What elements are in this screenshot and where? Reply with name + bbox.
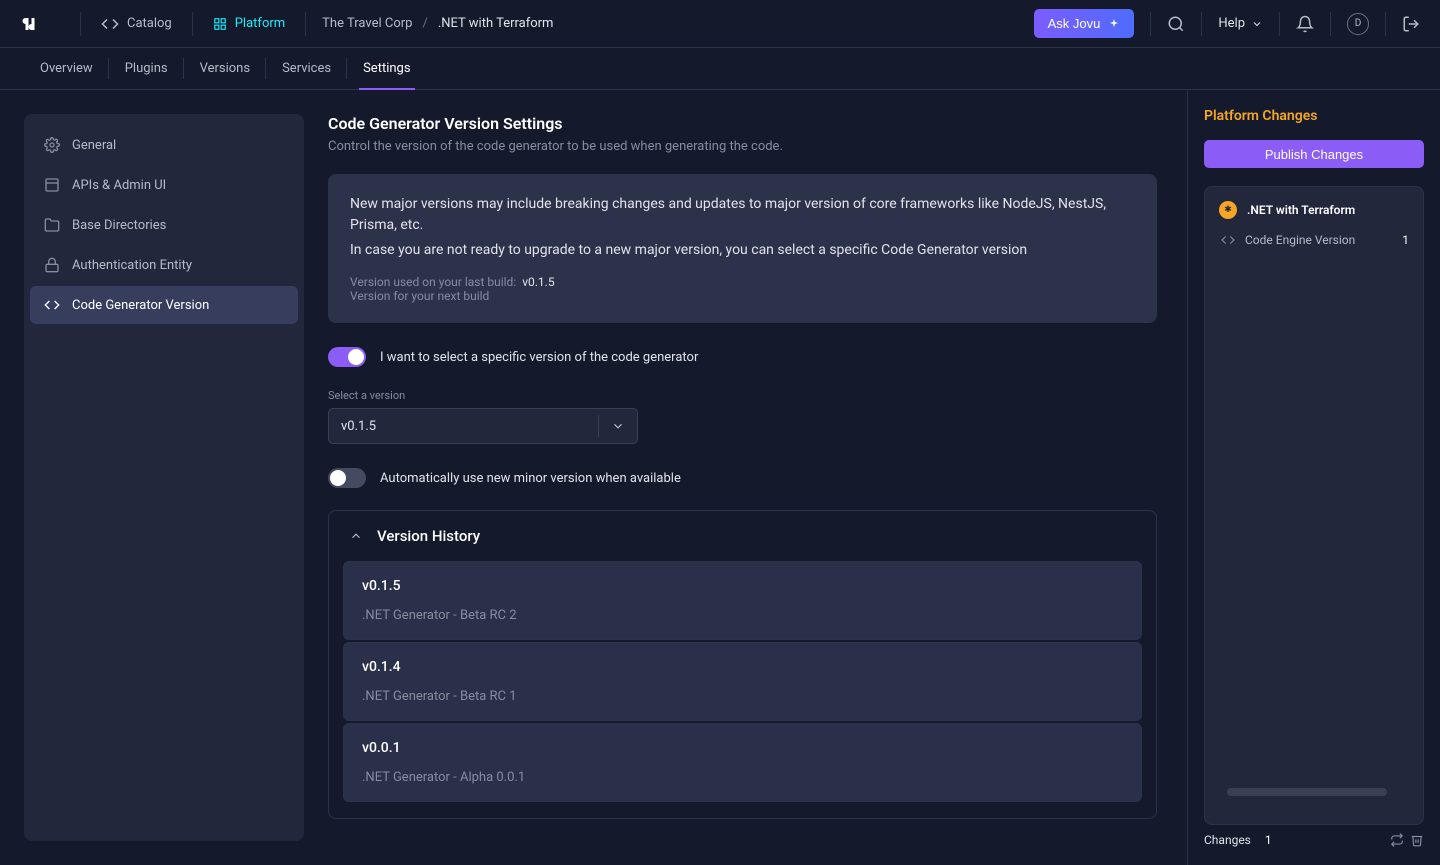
right-panel: Platform Changes Publish Changes ✱ .NET … xyxy=(1187,90,1440,865)
ask-jovu-button[interactable]: Ask Jovu xyxy=(1034,9,1135,38)
divider xyxy=(1279,12,1280,36)
info-text: New major versions may include breaking … xyxy=(350,194,1135,236)
nav-platform[interactable]: Platform xyxy=(209,16,289,31)
breadcrumb-org[interactable]: The Travel Corp xyxy=(322,16,412,31)
compare-icon[interactable] xyxy=(1390,833,1404,847)
sidebar-item-code-generator[interactable]: Code Generator Version xyxy=(30,286,298,324)
tab-plugins[interactable]: Plugins xyxy=(109,48,184,89)
last-build-value: v0.1.5 xyxy=(522,275,554,289)
project-name: .NET with Terraform xyxy=(1247,203,1355,217)
last-build-label: Version used on your last build: xyxy=(350,275,516,289)
search-icon[interactable] xyxy=(1167,15,1185,33)
ask-jovu-label: Ask Jovu xyxy=(1048,16,1101,31)
changes-label: Changes xyxy=(1204,833,1251,847)
changes-count: 1 xyxy=(1265,833,1272,847)
trash-icon[interactable] xyxy=(1410,833,1424,847)
change-label: Code Engine Version xyxy=(1245,233,1355,247)
toggle-specific-version[interactable] xyxy=(328,347,366,367)
sidebar-item-label: APIs & Admin UI xyxy=(72,178,166,193)
sidebar-item-general[interactable]: General xyxy=(30,126,298,164)
version-card[interactable]: v0.1.4 .NET Generator - Beta RC 1 xyxy=(343,642,1142,721)
toggle-auto-minor[interactable] xyxy=(328,468,366,488)
toggle-label: Automatically use new minor version when… xyxy=(380,471,681,486)
divider xyxy=(1201,12,1202,36)
divider xyxy=(1330,12,1331,36)
divider xyxy=(1150,12,1151,36)
sidebar-item-label: Base Directories xyxy=(72,218,166,233)
help-label: Help xyxy=(1218,16,1245,31)
breadcrumb: The Travel Corp / .NET with Terraform xyxy=(322,16,553,31)
next-build-label: Version for your next build xyxy=(350,289,489,303)
topbar: Catalog Platform The Travel Corp / .NET … xyxy=(0,0,1440,48)
select-label: Select a version xyxy=(328,389,1157,402)
sidebar-item-label: Code Generator Version xyxy=(72,298,209,313)
version-history-header[interactable]: Version History xyxy=(329,511,1156,561)
avatar[interactable]: D xyxy=(1347,13,1369,35)
right-panel-title: Platform Changes xyxy=(1204,108,1424,124)
version-card[interactable]: v0.1.5 .NET Generator - Beta RC 2 xyxy=(343,561,1142,640)
page-content: Code Generator Version Settings Control … xyxy=(328,114,1163,841)
version-history: Version History v0.1.5 .NET Generator - … xyxy=(328,510,1157,819)
divider xyxy=(80,12,81,36)
tab-overview[interactable]: Overview xyxy=(24,48,109,89)
breadcrumb-sep: / xyxy=(422,16,427,31)
page-subtitle: Control the version of the code generato… xyxy=(328,139,1157,154)
divider xyxy=(1385,12,1386,36)
publish-button[interactable]: Publish Changes xyxy=(1204,140,1424,168)
code-icon xyxy=(1221,233,1235,247)
version-desc: .NET Generator - Alpha 0.0.1 xyxy=(362,770,1123,785)
info-text: In case you are not ready to upgrade to … xyxy=(350,240,1135,261)
tab-settings[interactable]: Settings xyxy=(347,48,426,89)
nav-catalog-label: Catalog xyxy=(127,16,172,31)
nav-catalog[interactable]: Catalog xyxy=(97,15,176,33)
project-icon: ✱ xyxy=(1219,201,1237,219)
sidebar-item-label: Authentication Entity xyxy=(72,258,192,273)
toggle-label: I want to select a specific version of t… xyxy=(380,350,698,365)
version-card[interactable]: v0.0.1 .NET Generator - Alpha 0.0.1 xyxy=(343,723,1142,802)
api-icon xyxy=(44,177,60,193)
gear-icon xyxy=(44,137,60,153)
changes-list: ✱ .NET with Terraform Code Engine Versio… xyxy=(1204,186,1424,825)
divider xyxy=(305,12,306,36)
breadcrumb-project[interactable]: .NET with Terraform xyxy=(438,16,554,31)
version-desc: .NET Generator - Beta RC 2 xyxy=(362,608,1123,623)
tab-versions[interactable]: Versions xyxy=(184,48,266,89)
logout-icon[interactable] xyxy=(1402,15,1420,33)
sidebar-item-base-dirs[interactable]: Base Directories xyxy=(30,206,298,244)
chevron-up-icon xyxy=(349,529,363,543)
sidebar-item-label: General xyxy=(72,138,116,153)
app-logo[interactable] xyxy=(20,14,40,34)
change-item[interactable]: Code Engine Version 1 xyxy=(1219,233,1409,247)
version-number: v0.0.1 xyxy=(362,740,1123,756)
version-history-title: Version History xyxy=(377,527,480,545)
sidebar-item-apis[interactable]: APIs & Admin UI xyxy=(30,166,298,204)
tabbar: Overview Plugins Versions Services Setti… xyxy=(0,48,1440,90)
lock-icon xyxy=(44,257,60,273)
change-count: 1 xyxy=(1402,233,1409,247)
tab-services[interactable]: Services xyxy=(266,48,347,89)
scrollbar[interactable] xyxy=(1227,788,1387,796)
page-title: Code Generator Version Settings xyxy=(328,114,1157,133)
chevron-down-icon xyxy=(611,419,625,433)
code-icon xyxy=(44,297,60,313)
settings-sidebar: General APIs & Admin UI Base Directories… xyxy=(24,114,304,841)
info-box: New major versions may include breaking … xyxy=(328,174,1157,323)
sidebar-item-auth[interactable]: Authentication Entity xyxy=(30,246,298,284)
help-menu[interactable]: Help xyxy=(1218,16,1263,31)
divider xyxy=(192,12,193,36)
select-value: v0.1.5 xyxy=(341,419,586,434)
version-select[interactable]: v0.1.5 xyxy=(328,408,638,444)
folder-icon xyxy=(44,217,60,233)
version-desc: .NET Generator - Beta RC 1 xyxy=(362,689,1123,704)
version-number: v0.1.5 xyxy=(362,578,1123,594)
nav-platform-label: Platform xyxy=(235,16,285,31)
version-number: v0.1.4 xyxy=(362,659,1123,675)
bell-icon[interactable] xyxy=(1296,15,1314,33)
